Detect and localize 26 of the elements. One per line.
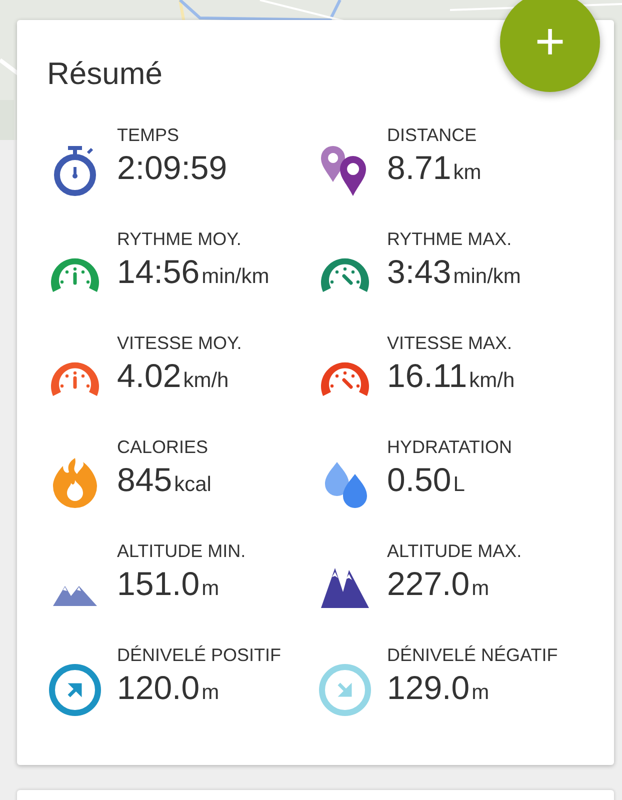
stat-label: ALTITUDE MIN. [117,540,246,562]
stat-label: DÉNIVELÉ POSITIF [117,644,282,666]
stat-value: 3:43 min/km [387,252,521,292]
stat-value: 8.71 km [387,148,482,188]
stat-label: TEMPS [117,124,180,146]
stat-value: 120.0 m [117,668,220,708]
stat-label: HYDRATATION [387,436,512,458]
add-button[interactable]: + [500,0,600,92]
stat-value: 2:09:59 [117,148,228,188]
stat-value: 14:56 min/km [117,252,270,292]
stat-label: ALTITUDE MAX. [387,540,522,562]
stat-label: DISTANCE [387,124,478,146]
stat-value: 16.11 km/h [387,356,515,396]
stat-value: 151.0 m [117,564,220,604]
stat-label: VITESSE MAX. [387,332,514,354]
stat-label: DÉNIVELÉ NÉGATIF [387,644,558,666]
stat-label: RYTHME MOY. [117,228,242,250]
stat-label: RYTHME MAX. [387,228,513,250]
stat-label: VITESSE MOY. [117,332,242,354]
stat-value: 0.50 L [387,460,466,500]
stat-value: 227.0 m [387,564,490,604]
stat-label: CALORIES [117,436,210,458]
stat-value: 845 kcal [117,460,212,500]
stat-value: 4.02 km/h [117,356,230,396]
stat-value: 129.0 m [387,668,490,708]
card-title: Résumé [47,55,164,93]
